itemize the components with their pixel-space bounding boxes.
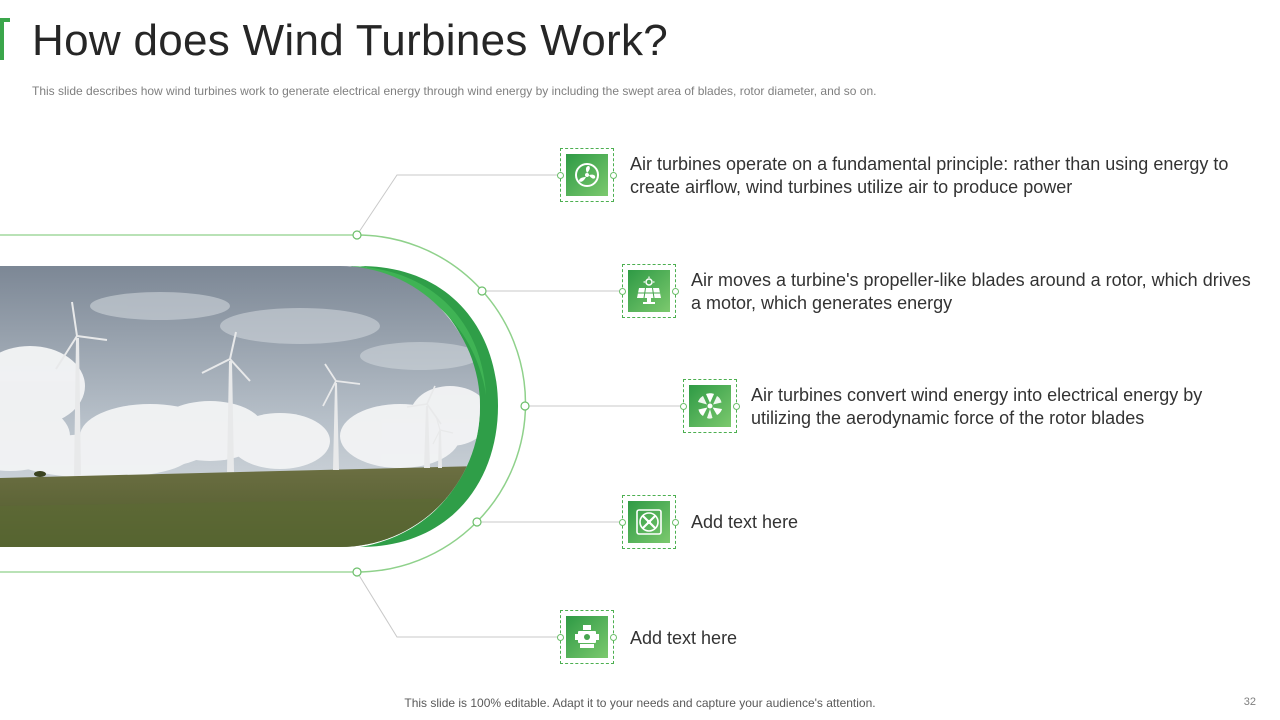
item-1-text: Air turbines operate on a fundamental pr…	[630, 154, 1229, 197]
slide-title: How does Wind Turbines Work?	[32, 16, 669, 65]
item-2-text: Air moves a turbine's propeller-like bla…	[691, 270, 1251, 313]
item-5-text: Add text here	[630, 628, 738, 648]
item-4-icon-box	[619, 495, 679, 549]
item-4-text: Add text here	[691, 512, 799, 532]
item-3-icon-box	[680, 379, 740, 433]
slide-footer: This slide is 100% editable. Adapt it to…	[404, 696, 876, 710]
wind-farm-photo	[0, 266, 480, 547]
turbine-blades-icon	[698, 393, 722, 419]
item-1-icon-box	[557, 148, 617, 202]
engine-icon	[575, 625, 599, 648]
solar-panel-icon	[637, 276, 661, 304]
item-3-text: Air turbines convert wind energy into el…	[751, 385, 1203, 428]
circular-fan-icon	[636, 509, 662, 535]
slide-subtitle: This slide describes how wind turbines w…	[32, 84, 877, 98]
item-2-icon-box	[619, 264, 679, 318]
fan-icon	[575, 163, 599, 187]
page-number: 32	[1243, 696, 1256, 708]
accent-bar	[0, 18, 10, 60]
item-5-icon-box	[557, 610, 617, 664]
